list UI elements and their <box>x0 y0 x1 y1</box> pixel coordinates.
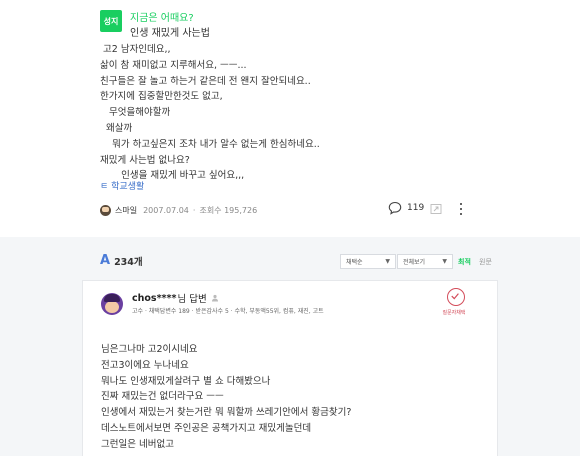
answer-line: 진짜 재밌는건 없더라구요 ㅡㅡ <box>101 391 224 403</box>
answers-header: A 234개 <box>100 253 143 268</box>
author-name[interactable]: 스마일 <box>115 205 137 216</box>
question-badge: 성지 <box>100 10 122 32</box>
answer-line: 인생에서 재밌는거 찾는거란 뭐 뭐할까 쓰레기안에서 황금찾기? <box>101 407 352 419</box>
question-line: 친구들은 잘 놀고 하는거 같은데 전 왠지 잘안되네요.. <box>100 75 311 87</box>
question-line: 뭐가 하고싶은지 조차 내가 알수 없는게 한심하네요.. <box>100 138 320 150</box>
answerer-id: chos**** <box>132 292 177 304</box>
question-subtitle: 인생 재밌게 사는법 <box>130 28 210 39</box>
answer-line: 데스노트에서보면 주인공은 공책가지고 재밌게놀던데 <box>101 422 312 434</box>
question-title-link[interactable]: 지금은 어때요? <box>130 9 194 24</box>
filter-original[interactable]: 원문 <box>479 257 492 267</box>
meta-separator: · <box>192 205 196 215</box>
question-line: 한가지에 집중할만한것도 없고, <box>100 91 223 103</box>
view-count: 조회수 195,726 <box>199 205 258 215</box>
user-profile-icon <box>211 294 218 302</box>
answerer-name[interactable]: chos**** 님 답변 <box>132 291 219 305</box>
comment-count: 119 <box>407 203 425 213</box>
chevron-down-icon: ▼ <box>442 258 447 265</box>
question-meta: 스마일 2007.07.04 · 조회수 195,726 <box>100 203 257 217</box>
question-line: 왜살까 <box>100 122 133 134</box>
question-line: 인생을 재밌게 바꾸고 싶어요,,, <box>100 170 245 182</box>
answer-count: 234개 <box>114 256 143 268</box>
question-line: 삶이 참 재미없고 지루해서요, ㅡㅡ... <box>100 59 247 71</box>
period-select-value: 전체보기 <box>403 259 426 266</box>
comment-button[interactable]: 119 <box>388 201 424 215</box>
filter-best[interactable]: 최적 <box>458 257 471 267</box>
answer-line: 뭐나도 인생재밌게살려구 별 쇼 다해봤으나 <box>101 375 271 387</box>
check-icon <box>447 288 465 306</box>
question-body: 고2 남자인데요,, 삶이 참 재미없고 지루해서요, ㅡㅡ... 친구들은 잘… <box>100 42 500 184</box>
answer-line: 님은그나마 고2이시네요 <box>101 344 198 355</box>
more-vertical-icon[interactable] <box>459 203 463 215</box>
answer-line: 전고3이에요 누나네요 <box>101 359 189 371</box>
question-line: 무엇을해야할까 <box>100 107 171 119</box>
comment-icon <box>388 201 402 215</box>
category-tag-link[interactable]: ㅌ 학교생활 <box>100 179 144 192</box>
period-select[interactable]: 전체보기 ▼ <box>397 254 453 269</box>
answerer-meta: 고수 · 채택답변수 189 · 받은감사수 5 · 수학, 부동액55위, 컴… <box>132 308 324 315</box>
answer-line: 그런일은 네버없고 <box>101 438 174 450</box>
question-line: 고2 남자인데요,, <box>100 44 171 55</box>
answer-logo-icon: A <box>100 253 111 268</box>
share-icon[interactable] <box>430 203 442 215</box>
question-line: 재밌게 사는법 없나요? <box>100 154 190 166</box>
answer-body: 님은그나마 고2이시네요 전고3이에요 누나네요 뭐나도 인생재밌게살려구 별 … <box>101 342 481 453</box>
adopted-badge: 질문자채택 <box>442 288 469 316</box>
sort-select-value: 채택순 <box>346 259 363 266</box>
sort-select[interactable]: 채택순 ▼ <box>340 254 396 269</box>
question-date: 2007.07.04 <box>143 205 189 215</box>
adopted-label: 질문자채택 <box>442 310 466 316</box>
answerer-avatar[interactable] <box>101 293 123 315</box>
answerer-suffix: 님 답변 <box>177 294 207 305</box>
author-avatar[interactable] <box>100 204 111 216</box>
chevron-down-icon: ▼ <box>385 258 390 265</box>
